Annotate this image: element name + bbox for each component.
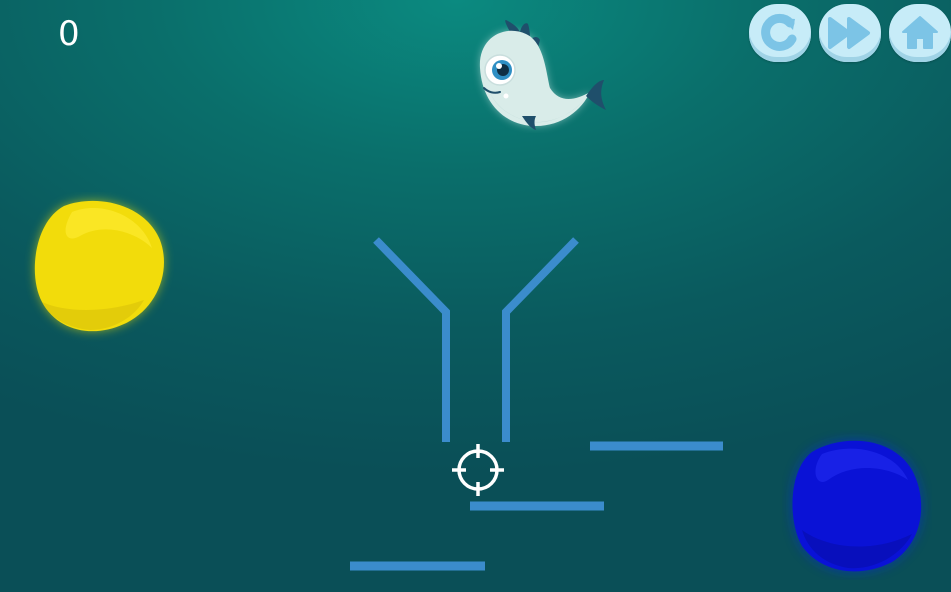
- fish-character: [479, 20, 606, 130]
- funnel-right-wall: [502, 237, 579, 442]
- funnel-left-wall: [373, 237, 450, 442]
- crosshair-icon[interactable]: [452, 444, 504, 496]
- blue-blob: [792, 440, 922, 572]
- yellow-blob: [34, 200, 164, 332]
